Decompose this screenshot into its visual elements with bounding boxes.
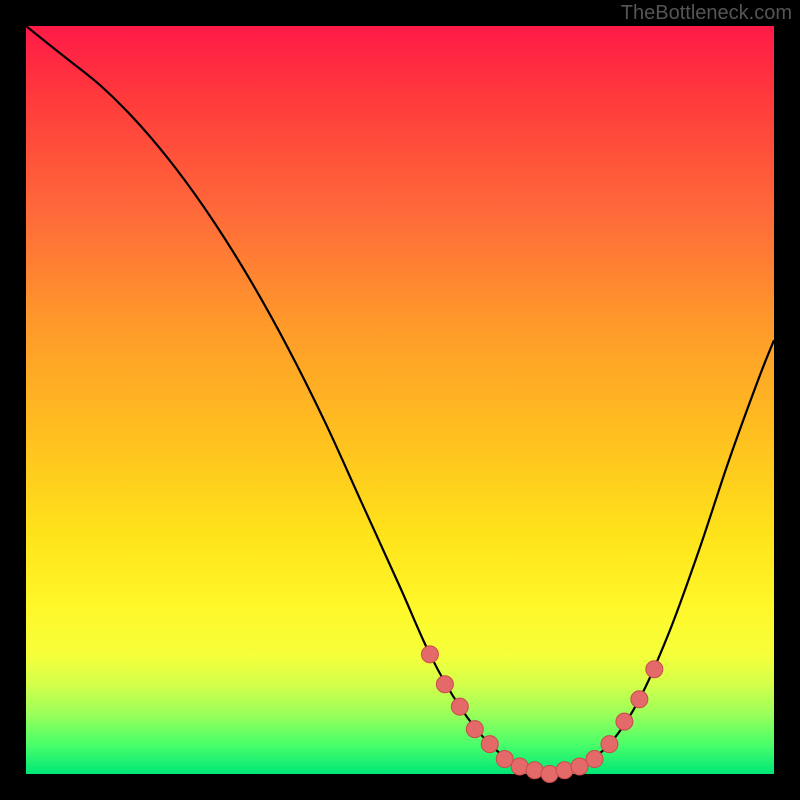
chart-marker (646, 661, 663, 678)
chart-marker (616, 713, 633, 730)
chart-marker (526, 762, 543, 779)
chart-marker (631, 691, 648, 708)
chart-svg (26, 26, 774, 774)
chart-marker (436, 676, 453, 693)
chart-marker (451, 698, 468, 715)
chart-markers (421, 646, 662, 783)
watermark-text: TheBottleneck.com (621, 2, 792, 25)
chart-marker (466, 721, 483, 738)
chart-marker (511, 758, 528, 775)
chart-marker (586, 751, 603, 768)
chart-marker (421, 646, 438, 663)
chart-marker (571, 758, 588, 775)
chart-curve (26, 26, 774, 774)
chart-marker (481, 736, 498, 753)
chart-marker (496, 751, 513, 768)
chart-marker (556, 762, 573, 779)
chart-marker (601, 736, 618, 753)
chart-marker (541, 766, 558, 783)
